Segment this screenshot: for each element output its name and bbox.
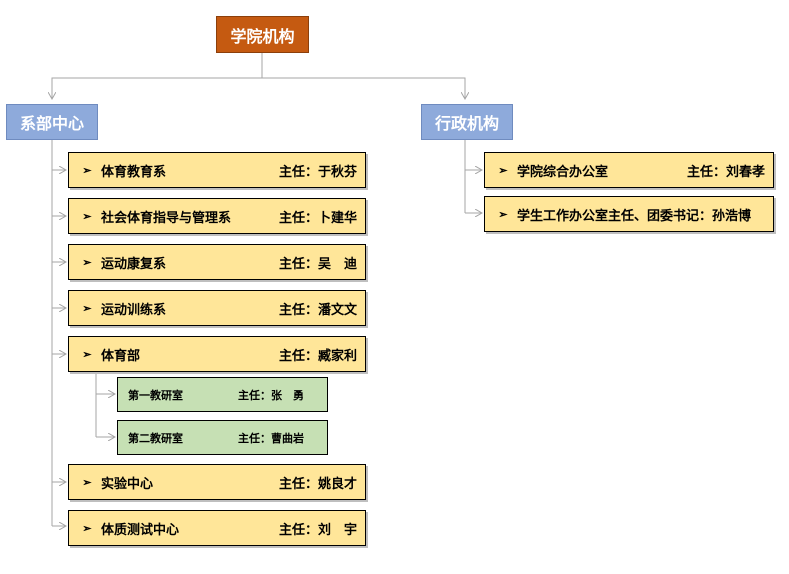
dept-item-name: 运动康复系 [101, 256, 167, 272]
dept-item-name: 社会体育指导与管理系 [101, 210, 232, 226]
dept-item-name: 实验中心 [101, 476, 154, 492]
admin-node: 行政机构 [421, 104, 513, 140]
bullet-arrow-icon: ➢ [82, 163, 92, 177]
dept-item-head: 主任：刘 宇 [278, 522, 357, 538]
connector-root [52, 53, 263, 99]
dept-item-3: ➢ 运动康复系 主任：吴 迪 [68, 244, 366, 280]
root-node: 学院机构 [216, 16, 309, 53]
bullet-arrow-icon: ➢ [82, 301, 92, 315]
dept-item-name: 体育部 [101, 348, 141, 364]
dept-item-head: 主任：姚良才 [278, 476, 357, 492]
admin-item-name: 学生工作办公室主任、团委书记：孙浩博 [517, 208, 752, 224]
root-label: 学院机构 [230, 26, 295, 46]
bullet-arrow-icon: ➢ [82, 255, 92, 269]
dept-item-4: ➢ 运动训练系 主任：潘文文 [68, 290, 366, 326]
dept-item-5: ➢ 体育部 主任：臧家利 [68, 336, 366, 372]
dept-item-2: ➢ 社会体育指导与管理系 主任：卜建华 [68, 198, 366, 234]
bullet-arrow-icon: ➢ [82, 475, 92, 489]
sub-item-head: 主任：曹曲岩 [238, 431, 304, 445]
bullet-arrow-icon: ➢ [82, 347, 92, 361]
dept-item-name: 体育教育系 [101, 164, 167, 180]
departments-node: 系部中心 [6, 104, 98, 140]
dept-item-name: 体质测试中心 [101, 522, 180, 538]
admin-item-head: 主任：刘春孝 [686, 164, 765, 180]
bullet-arrow-icon: ➢ [82, 209, 92, 223]
admin-item-1: ➢ 学院综合办公室 主任：刘春孝 [484, 152, 774, 188]
sub-item-head: 主任：张 勇 [238, 388, 304, 402]
connector-root-admin [262, 77, 465, 99]
admin-item-name: 学院综合办公室 [517, 164, 609, 180]
sub-item-name: 第一教研室 [128, 388, 183, 402]
dept-item-head: 主任：臧家利 [278, 348, 357, 364]
bullet-arrow-icon: ➢ [82, 521, 92, 535]
departments-label: 系部中心 [19, 114, 84, 133]
admin-item-2: ➢ 学生工作办公室主任、团委书记：孙浩博 [484, 196, 774, 232]
dept-item-head: 主任：于秋芬 [278, 164, 357, 180]
bullet-arrow-icon: ➢ [498, 207, 508, 221]
admin-label: 行政机构 [434, 114, 499, 133]
dept-item-name: 运动训练系 [101, 302, 167, 318]
dept-item-6: ➢ 实验中心 主任：姚良才 [68, 464, 366, 500]
dept-item-head: 主任：吴 迪 [278, 256, 357, 272]
sub-item-2: 第二教研室 主任：曹曲岩 [117, 420, 328, 455]
dept-item-1: ➢ 体育教育系 主任：于秋芬 [68, 152, 366, 188]
dept-item-7: ➢ 体质测试中心 主任：刘 宇 [68, 510, 366, 546]
dept-item-head: 主任：潘文文 [278, 302, 357, 318]
sub-item-name: 第二教研室 [128, 431, 183, 445]
bullet-arrow-icon: ➢ [498, 163, 508, 177]
sub-item-1: 第一教研室 主任：张 勇 [117, 377, 328, 412]
dept-item-head: 主任：卜建华 [278, 210, 357, 226]
